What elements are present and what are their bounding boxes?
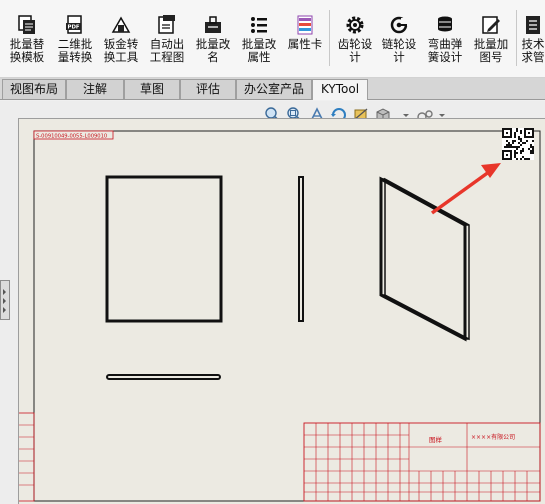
drawing-sheet[interactable]: S-00910049-0055-L009010 图样 ××××有限公司: [0, 118, 545, 504]
gear-icon: [346, 16, 364, 34]
command-manager-tabs: 视图布局 注解 草图 评估 办公室产品 KYTool: [0, 78, 545, 100]
ribbon-button-label: 链轮设 计: [381, 37, 417, 64]
ribbon-button-label: 二维批 量转换: [57, 37, 93, 64]
kytool-ribbon: 批量替 换模板 PDF 二维批 量转换 钣金转 换工具 自动出 工程图 批量改 …: [0, 0, 545, 78]
property-card-icon: [297, 15, 313, 35]
template-replace-icon: [18, 15, 35, 34]
tech-requirements-button[interactable]: 技术 求管: [518, 14, 545, 74]
sprocket-design-button[interactable]: 链轮设 计: [376, 14, 422, 74]
sheetmetal-icon: [111, 16, 131, 33]
ribbon-button-label: 自动出 工程图: [149, 37, 185, 64]
side-view[interactable]: [298, 176, 304, 322]
front-view[interactable]: [105, 175, 223, 323]
ribbon-button-label: 钣金转 换工具: [103, 37, 139, 64]
app-window: 批量替 换模板 PDF 二维批 量转换 钣金转 换工具 自动出 工程图 批量改 …: [0, 0, 545, 504]
tab-evaluate[interactable]: 评估: [180, 79, 236, 99]
requirements-icon: [526, 16, 540, 34]
spring-design-button[interactable]: 弯曲弹 簧设计: [422, 14, 468, 74]
ribbon-separator: [516, 10, 517, 66]
drawing-icon: [158, 15, 175, 34]
ribbon-button-label: 批量改 属性: [241, 37, 277, 64]
tab-view-layout[interactable]: 视图布局: [2, 79, 66, 99]
tab-sketch[interactable]: 草图: [124, 79, 180, 99]
ribbon-button-label: 齿轮设 计: [337, 37, 373, 64]
title-block: 图样 ××××有限公司: [303, 422, 541, 502]
ribbon-button-label: 属性卡: [287, 37, 323, 51]
spring-icon: [438, 16, 452, 32]
tab-office-products[interactable]: 办公室产品: [236, 79, 312, 99]
batch-replace-template-button[interactable]: 批量替 换模板: [4, 14, 50, 74]
revision-table: [0, 412, 35, 502]
batch-add-drawing-number-button[interactable]: 批量加 图号: [468, 14, 514, 74]
chevron-right-icon: [3, 289, 6, 313]
tab-annotation[interactable]: 注解: [66, 79, 124, 99]
pdf-convert-icon: PDF: [66, 15, 82, 34]
code-label: S-00910049-0055-L009010: [36, 134, 107, 140]
svg-text:PDF: PDF: [68, 25, 80, 31]
auto-drawing-button[interactable]: 自动出 工程图: [144, 14, 190, 74]
title-block-company: ××××有限公司: [471, 433, 515, 441]
annotation-arrow: [430, 163, 501, 215]
title-block-drawing-name: 图样: [429, 435, 443, 444]
ribbon-button-label: 弯曲弹 簧设计: [427, 37, 463, 64]
ribbon-button-label: 批量替 换模板: [9, 37, 45, 64]
ribbon-button-label: 批量加 图号: [473, 37, 509, 64]
ribbon-separator: [329, 10, 330, 66]
isometric-view[interactable]: [379, 176, 470, 342]
drawing-number-icon: [482, 16, 500, 34]
drawing-canvas: S-00910049-0055-L009010 图样 ××××有限公司: [0, 128, 541, 502]
tab-kytool[interactable]: KYTool: [312, 79, 368, 100]
qr-code: [502, 128, 534, 160]
panel-expand-handle[interactable]: [0, 280, 10, 320]
gear-design-button[interactable]: 齿轮设 计: [332, 14, 378, 74]
batch-rename-button[interactable]: 批量改 名: [190, 14, 236, 74]
property-card-button[interactable]: 属性卡: [282, 14, 328, 74]
batch-2d-convert-button[interactable]: PDF 二维批 量转换: [52, 14, 98, 74]
rename-icon: [205, 16, 221, 33]
sprocket-icon: [390, 16, 409, 34]
ribbon-button-label: 批量改 名: [195, 37, 231, 64]
batch-edit-property-button[interactable]: 批量改 属性: [236, 14, 282, 74]
bottom-view[interactable]: [106, 374, 221, 380]
property-list-icon: [251, 17, 267, 33]
ribbon-button-label: 技术 求管: [521, 37, 545, 64]
sheetmetal-convert-button[interactable]: 钣金转 换工具: [98, 14, 144, 74]
